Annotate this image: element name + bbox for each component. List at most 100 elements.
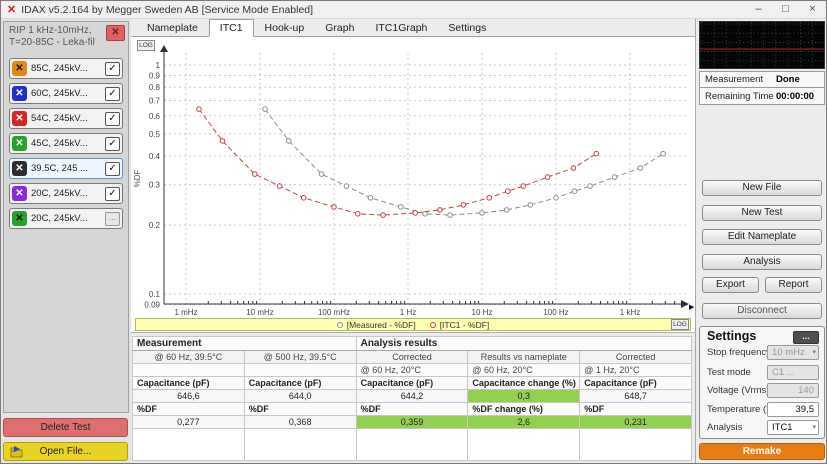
test-color-x-icon: ✕ [12, 161, 27, 176]
disconnect-button[interactable]: Disconnect [702, 303, 822, 319]
remaining-time-row: Remaining Time 00:00:00 [699, 88, 825, 105]
condition2-cell [133, 364, 245, 377]
condition-cell: @ 60 Hz, 39.5°C [133, 351, 245, 364]
test-item-4[interactable]: ✕ 45C, 245kV...✓ [9, 133, 123, 154]
test-item-3[interactable]: ✕54C, 245kV...✓ [9, 108, 123, 129]
df-label-cell: %DF [133, 403, 245, 416]
test-item-1[interactable]: ✕85C, 245kV...✓ [9, 58, 123, 79]
report-button[interactable]: Report [765, 277, 822, 293]
voltage-input[interactable]: 140 [767, 383, 819, 398]
remake-button[interactable]: Remake [699, 443, 825, 460]
test-item-7[interactable]: ✕20C, 245kV...... [9, 208, 123, 229]
svg-text:100 Hz: 100 Hz [543, 308, 568, 317]
settings-more-button[interactable]: ... [793, 331, 819, 344]
svg-text:10 mHz: 10 mHz [246, 308, 274, 317]
capacitance-label-cell: Capacitance (pF) [133, 377, 245, 390]
svg-text:0.7: 0.7 [149, 96, 161, 105]
df-value-cell: 0,359 [356, 416, 468, 429]
test-set-panel: RIP 1 kHz-10mHz, T=20-85C - Leka-fil ✕ ✕… [3, 21, 129, 413]
df-label-cell: %DF [356, 403, 468, 416]
settings-group: Settings ... Stop frequency10 mHz▾ Test m… [699, 326, 825, 439]
idax-window: ✕ IDAX v5.2.164 by Megger Sweden AB [Ser… [0, 0, 827, 464]
delete-test-button[interactable]: Delete Test [3, 418, 128, 437]
condition-cell: @ 500 Hz, 39.5°C [244, 351, 356, 364]
edit-nameplate-button[interactable]: Edit Nameplate [702, 229, 822, 245]
test-checkbox[interactable]: ✓ [105, 137, 120, 151]
svg-text:0.9: 0.9 [149, 71, 161, 80]
stop-frequency-select[interactable]: 10 mHz▾ [767, 345, 819, 360]
analysis-select[interactable]: ITC1▾ [767, 420, 819, 435]
tab-settings[interactable]: Settings [438, 20, 496, 36]
capacitance-value-cell: 648,7 [580, 390, 692, 403]
df-frequency-chart[interactable]: 1 mHz10 mHz100 mHz1 Hz10 Hz100 Hz1 kHz10… [131, 37, 695, 319]
maximize-button[interactable]: □ [772, 1, 799, 19]
legend-entry-measured[interactable]: [Measured - %DF] [337, 320, 416, 330]
test-color-x-icon: ✕ [12, 136, 27, 151]
tab-itc1[interactable]: ITC1 [209, 19, 254, 37]
test-checkbox[interactable]: ✓ [105, 62, 120, 76]
test-color-x-icon: ✕ [12, 211, 27, 226]
svg-text:0.09: 0.09 [144, 300, 160, 309]
window-title: IDAX v5.2.164 by Megger Sweden AB [Servi… [21, 4, 313, 16]
new-test-button[interactable]: New Test [702, 205, 822, 221]
condition2-cell [244, 364, 356, 377]
test-item-label: 20C, 245kV... [31, 188, 105, 199]
settings-title: Settings [707, 329, 756, 343]
window-controls: – □ × [745, 1, 826, 19]
test-more-button[interactable]: ... [105, 212, 120, 226]
stop-frequency-label: Stop frequency [707, 347, 771, 358]
test-item-2[interactable]: ✕60C, 245kV...✓ [9, 83, 123, 104]
condition2-cell: @ 60 Hz, 20°C [356, 364, 468, 377]
test-checkbox[interactable]: ✓ [105, 162, 120, 176]
svg-text:0.2: 0.2 [149, 221, 161, 230]
splitter-arrow-icon[interactable]: ▶ [689, 303, 694, 311]
setting-row-temperature: Temperature (°C)39,5 [700, 402, 824, 417]
test-mode-button[interactable]: C1 ... [767, 365, 819, 380]
main-area: NameplateITC1Hook-upGraphITC1GraphSettin… [131, 19, 695, 464]
setting-row-test-mode: Test mode C1 ... [700, 365, 824, 380]
capacitance-value-cell: 646,6 [133, 390, 245, 403]
test-mode-label: Test mode [707, 367, 751, 378]
open-file-button[interactable]: Open File... [3, 442, 128, 461]
chevron-down-icon: ▾ [812, 346, 816, 359]
app-logo-icon: ✕ [7, 3, 16, 16]
svg-text:0.5: 0.5 [149, 130, 161, 139]
analysis-button[interactable]: Analysis [702, 254, 822, 270]
temperature-input[interactable]: 39,5 [767, 402, 819, 417]
voltage-label: Voltage (Vrms) [707, 385, 769, 396]
test-color-x-icon: ✕ [12, 86, 27, 101]
test-color-x-icon: ✕ [12, 186, 27, 201]
test-checkbox[interactable]: ✓ [105, 112, 120, 126]
legend-entry-itc1[interactable]: [ITC1 - %DF] [430, 320, 490, 330]
control-panel: ▶ Measurement Done Remaining Time 00:00:… [695, 19, 827, 464]
test-item-label: 54C, 245kV... [31, 113, 105, 124]
condition-cell: Corrected [580, 351, 692, 364]
remaining-time-value: 00:00:00 [776, 91, 814, 102]
tab-graph[interactable]: Graph [315, 20, 364, 36]
close-test-set-button[interactable]: ✕ [106, 25, 125, 41]
signal-scope-display [699, 21, 825, 69]
condition-cell: Corrected [356, 351, 468, 364]
empty-cell [133, 429, 245, 461]
minimize-button[interactable]: – [745, 1, 772, 19]
close-button[interactable]: × [799, 1, 826, 19]
tab-itc1graph[interactable]: ITC1Graph [365, 20, 437, 36]
test-item-5[interactable]: ✕39.5C, 245 ...✓ [9, 158, 123, 179]
tab-hook-up[interactable]: Hook-up [255, 20, 315, 36]
export-button[interactable]: Export [702, 277, 759, 293]
empty-cell [244, 429, 356, 461]
log-scale-button-x[interactable]: LOG [671, 319, 689, 330]
test-item-6[interactable]: ✕ 20C, 245kV...✓ [9, 183, 123, 204]
test-checkbox[interactable]: ✓ [105, 87, 120, 101]
test-checkbox[interactable]: ✓ [105, 187, 120, 201]
svg-text:100 mHz: 100 mHz [318, 308, 350, 317]
tab-nameplate[interactable]: Nameplate [137, 20, 208, 36]
svg-text:1: 1 [156, 61, 161, 70]
test-item-label: 45C, 245kV... [31, 138, 105, 149]
new-file-button[interactable]: New File [702, 180, 822, 196]
chart-panel: LOG 1 mHz10 mHz100 mHz1 Hz10 Hz100 Hz1 k… [131, 37, 695, 333]
log-scale-button-y[interactable]: LOG [137, 40, 155, 51]
condition2-cell: @ 1 Hz, 20°C [580, 364, 692, 377]
table-group-header: Measurement [133, 337, 357, 351]
test-color-x-icon: ✕ [12, 61, 27, 76]
